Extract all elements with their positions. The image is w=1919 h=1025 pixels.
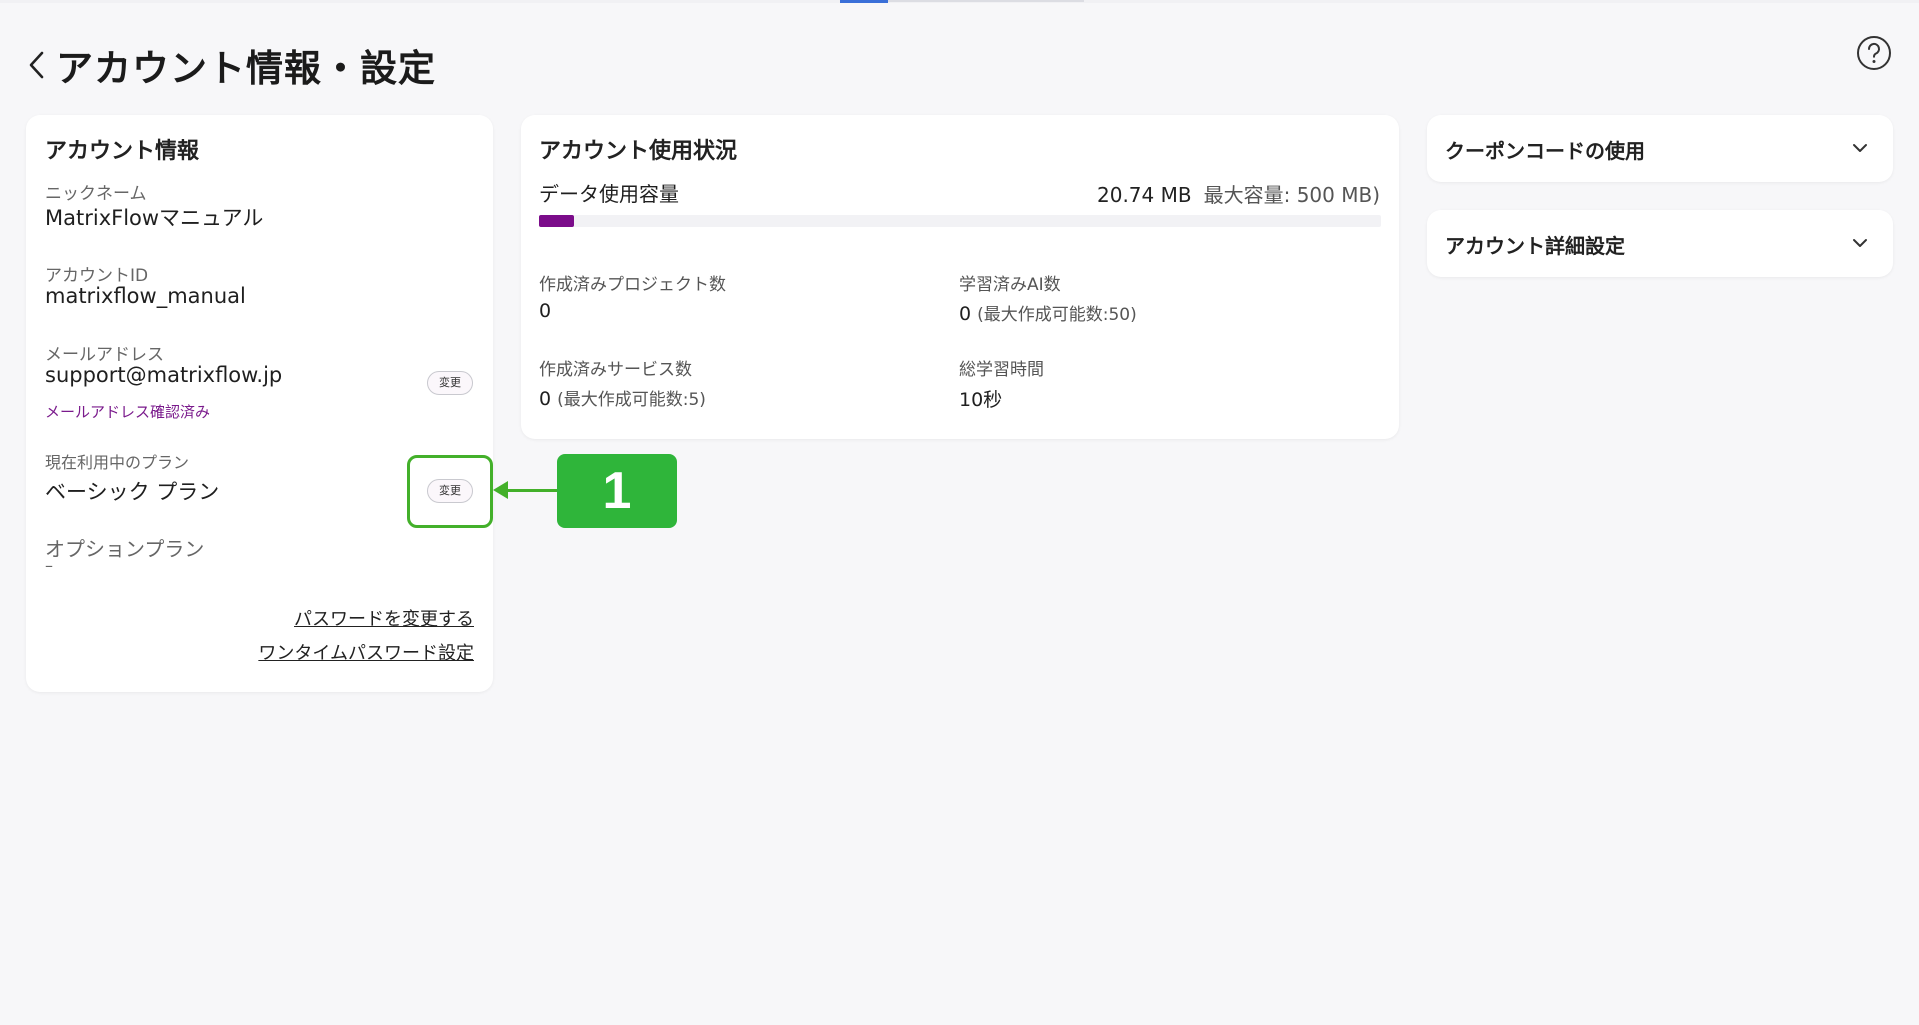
email-value: support@matrixflow.jp — [45, 363, 283, 387]
training-time-value: 10秒 — [959, 389, 1003, 411]
chevron-down-icon[interactable] — [1849, 232, 1871, 254]
coupon-accordion-title: クーポンコードの使用 — [1445, 139, 1645, 163]
coupon-accordion[interactable]: クーポンコードの使用 — [1427, 115, 1893, 182]
top-progress-track — [888, 0, 1084, 2]
change-password-link[interactable]: パスワードを変更する — [294, 605, 474, 631]
services-value: 0 — [539, 388, 552, 410]
nickname-label: ニックネーム — [45, 184, 147, 204]
one-time-password-link[interactable]: ワンタイムパスワード設定 — [258, 639, 474, 665]
ai-count-label: 学習済みAI数 — [959, 275, 1061, 295]
plan-change-highlight-box — [407, 455, 493, 528]
account-info-card: アカウント情報 ニックネーム MatrixFlowマニュアル アカウントID m… — [26, 115, 493, 692]
page-title: アカウント情報・設定 — [56, 47, 436, 90]
data-max-value: 最大容量: 500 MB) — [1203, 183, 1380, 207]
services-limit: (最大作成可能数:5) — [557, 390, 706, 410]
nickname-value: MatrixFlowマニュアル — [45, 206, 264, 230]
data-used-value: 20.74 MB — [1097, 183, 1192, 207]
account-id-label: アカウントID — [45, 266, 149, 286]
training-time-label: 総学習時間 — [959, 360, 1044, 380]
top-progress-line — [0, 0, 1919, 3]
top-progress-active — [840, 0, 888, 3]
plan-value: ベーシック プラン — [45, 480, 220, 504]
email-verified-status: メールアドレス確認済み — [45, 403, 211, 421]
services-row: 0 (最大作成可能数:5) — [539, 385, 706, 410]
account-info-title: アカウント情報 — [45, 139, 200, 164]
annotation-arrow-line — [505, 489, 557, 492]
data-usage-label: データ使用容量 — [539, 182, 679, 206]
account-id-value: matrixflow_manual — [45, 284, 246, 308]
ai-count-value: 0 — [959, 303, 972, 325]
back-chevron-icon[interactable] — [22, 45, 50, 85]
page-header: アカウント情報・設定 — [22, 38, 436, 92]
plan-label: 現在利用中のプラン — [45, 453, 190, 472]
ai-count-row: 0 (最大作成可能数:50) — [959, 300, 1137, 325]
ai-count-limit: (最大作成可能数:50) — [977, 305, 1137, 325]
data-usage-amount: 20.74 MB 最大容量: 500 MB) — [1097, 179, 1380, 208]
annotation-arrow-head — [493, 481, 508, 499]
account-detail-accordion[interactable]: アカウント詳細設定 — [1427, 210, 1893, 277]
account-usage-card: アカウント使用状況 データ使用容量 20.74 MB 最大容量: 500 MB) … — [521, 115, 1399, 439]
email-change-button[interactable]: 変更 — [427, 371, 473, 395]
step-callout-badge: 1 — [557, 454, 677, 528]
email-label: メールアドレス — [45, 345, 164, 365]
projects-label: 作成済みプロジェクト数 — [539, 275, 726, 295]
option-plan-label: オプションプラン — [45, 537, 205, 561]
option-plan-value: – — [45, 556, 53, 575]
data-usage-bar — [539, 215, 1381, 227]
services-label: 作成済みサービス数 — [539, 360, 692, 380]
account-detail-accordion-title: アカウント詳細設定 — [1445, 234, 1625, 258]
data-usage-bar-fill — [539, 215, 574, 227]
projects-value: 0 — [539, 300, 552, 322]
help-icon[interactable] — [1855, 34, 1893, 72]
account-usage-title: アカウント使用状況 — [539, 139, 738, 164]
chevron-down-icon[interactable] — [1849, 137, 1871, 159]
